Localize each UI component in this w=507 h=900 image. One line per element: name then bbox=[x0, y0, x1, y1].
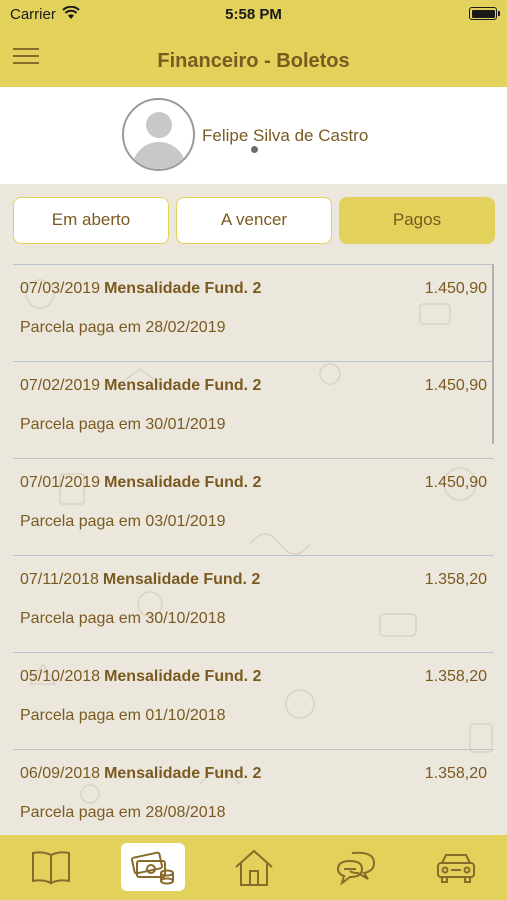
paid-date-text: Parcela paga em 30/10/2018 bbox=[20, 610, 226, 627]
paid-date-text: Parcela paga em 01/10/2018 bbox=[20, 707, 226, 724]
boleto-description: Mensalidade Fund. 2 bbox=[104, 280, 262, 297]
due-date: 07/02/2019 bbox=[20, 377, 101, 394]
tab-bar-messages[interactable] bbox=[324, 843, 388, 891]
scrollbar[interactable] bbox=[492, 264, 494, 444]
paid-date-text: Parcela paga em 28/08/2018 bbox=[20, 804, 226, 821]
list-item[interactable]: 07/02/2019 Mensalidade Fund. 2 1.450,90 P… bbox=[13, 362, 494, 459]
content-area: Em aberto A vencer Pagos 07/03/2019 Mensa… bbox=[0, 184, 507, 835]
due-date: 07/11/2018 bbox=[20, 571, 99, 588]
tab-pagos[interactable]: Pagos bbox=[339, 197, 495, 244]
due-date: 06/09/2018 bbox=[20, 765, 101, 782]
due-date: 05/10/2018 bbox=[20, 668, 101, 685]
boleto-amount: 1.450,90 bbox=[424, 377, 487, 394]
boleto-description: Mensalidade Fund. 2 bbox=[104, 765, 262, 782]
boleto-amount: 1.358,20 bbox=[424, 765, 487, 782]
page-title: Financeiro - Boletos bbox=[157, 50, 350, 72]
list-item[interactable]: 07/01/2019 Mensalidade Fund. 2 1.450,90 P… bbox=[13, 459, 494, 556]
list-item[interactable]: 07/03/2019 Mensalidade Fund. 2 1.450,90 P… bbox=[13, 265, 494, 362]
tab-a-vencer[interactable]: A vencer bbox=[176, 197, 332, 244]
student-name: Felipe Silva de Castro bbox=[202, 126, 369, 145]
boleto-description: Mensalidade Fund. 2 bbox=[104, 377, 262, 394]
paid-date-text: Parcela paga em 30/01/2019 bbox=[20, 416, 226, 433]
home-icon bbox=[235, 849, 273, 886]
page-indicator-dot bbox=[251, 146, 258, 153]
list-item[interactable]: 05/10/2018 Mensalidade Fund. 2 1.358,20 P… bbox=[13, 653, 494, 750]
boleto-amount: 1.358,20 bbox=[424, 571, 487, 588]
clock: 5:58 PM bbox=[225, 6, 282, 23]
due-date: 07/01/2019 bbox=[20, 474, 101, 491]
boleto-description: Mensalidade Fund. 2 bbox=[102, 571, 261, 588]
boleto-list[interactable]: 07/03/2019 Mensalidade Fund. 2 1.450,90 P… bbox=[13, 264, 494, 835]
boleto-amount: 1.450,90 bbox=[424, 474, 487, 491]
boleto-amount: 1.450,90 bbox=[424, 280, 487, 297]
money-icon bbox=[131, 851, 174, 885]
list-item[interactable]: 06/09/2018 Mensalidade Fund. 2 1.358,20 P… bbox=[13, 750, 494, 835]
tab-bar-transport[interactable] bbox=[424, 843, 488, 891]
tab-bar-home[interactable] bbox=[222, 843, 286, 891]
battery-icon bbox=[469, 7, 500, 20]
status-bar: Carrier 5:58 PM bbox=[0, 0, 507, 30]
paid-date-text: Parcela paga em 03/01/2019 bbox=[20, 513, 226, 530]
boleto-description: Mensalidade Fund. 2 bbox=[104, 668, 262, 685]
nav-bar: Financeiro - Boletos bbox=[0, 30, 507, 87]
avatar[interactable] bbox=[122, 98, 195, 171]
tab-em-aberto[interactable]: Em aberto bbox=[13, 197, 169, 244]
due-date: 07/03/2019 bbox=[20, 280, 101, 297]
tab-bar-financeiro[interactable] bbox=[121, 843, 185, 891]
book-icon bbox=[32, 851, 70, 885]
bottom-tab-bar bbox=[0, 835, 507, 900]
paid-date-text: Parcela paga em 28/02/2019 bbox=[20, 319, 226, 336]
profile-header: Felipe Silva de Castro bbox=[0, 87, 507, 184]
car-icon bbox=[437, 854, 475, 883]
boleto-amount: 1.358,20 bbox=[424, 668, 487, 685]
tab-bar-book[interactable] bbox=[19, 843, 83, 891]
chat-icon bbox=[336, 851, 376, 886]
list-item[interactable]: 07/11/2018 Mensalidade Fund. 2 1.358,20 P… bbox=[13, 556, 494, 653]
boleto-description: Mensalidade Fund. 2 bbox=[104, 474, 262, 491]
